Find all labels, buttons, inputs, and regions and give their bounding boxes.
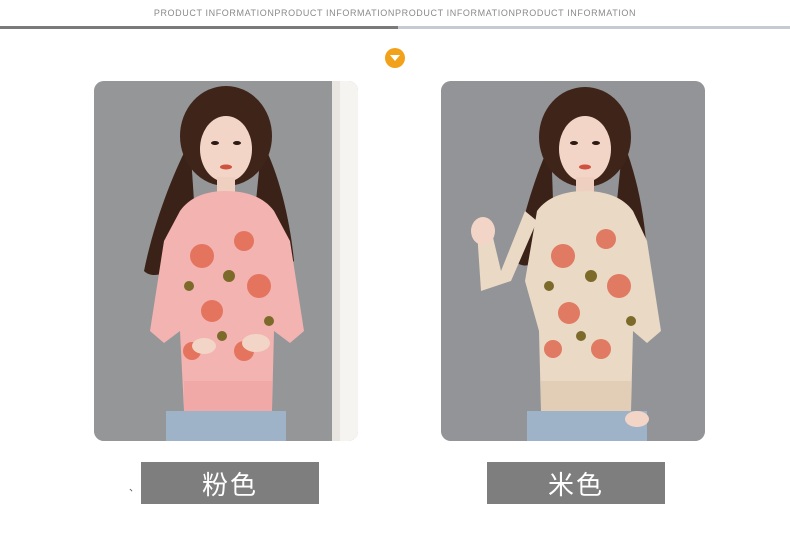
header-divider-right	[398, 26, 790, 29]
product-photo-beige[interactable]	[441, 81, 705, 441]
decorative-mark: 、	[129, 483, 139, 494]
color-option-beige[interactable]: 米色	[487, 462, 665, 504]
product-photo-pink[interactable]	[94, 81, 358, 441]
color-option-label: 粉色	[201, 470, 258, 501]
header-divider-left	[0, 26, 398, 29]
product-information-header: PRODUCT INFORMATIONPRODUCT INFORMATIONPR…	[153, 8, 637, 18]
chevron-down-icon	[385, 48, 405, 68]
color-option-label: 米色	[547, 470, 604, 501]
color-option-pink[interactable]: 粉色	[141, 462, 319, 504]
